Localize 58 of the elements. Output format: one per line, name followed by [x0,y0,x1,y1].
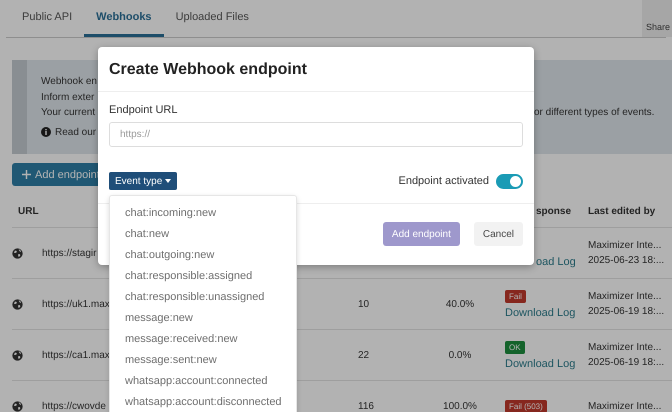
menu-item[interactable]: whatsapp:account:connected [110,370,296,391]
info-text: Inform exter [41,90,94,104]
tab[interactable]: Public API [10,0,84,37]
info-text: or different types of events. [534,106,654,120]
event-type-button[interactable]: Event type [109,172,178,190]
menu-item[interactable]: message:sent:new [110,349,296,370]
editor-text: Maximizer Inte... [588,240,662,251]
status-badge: OK [505,340,525,354]
menu-item[interactable]: message:received:new [110,328,296,349]
menu-item[interactable]: chat:incoming:new [110,202,296,223]
date-text: 2025-06-19 18:... [588,357,664,368]
column-header: sponse [536,206,572,217]
rate-cell: 0.0% [448,350,472,360]
tab[interactable]: Uploaded Files [164,0,261,37]
editor-text: Maximizer Inte... [588,342,662,353]
download-log-link[interactable]: Download Log [505,358,576,370]
url-cell: https://stagir [42,248,96,258]
editor-text: Maximizer Inte... [588,291,662,302]
url-cell: https://ca1.max [42,350,110,360]
count-cell: 22 [358,350,370,360]
date-text: 2025-06-19 18:... [588,306,664,317]
info-icon [41,127,51,138]
download-log-link[interactable]: oad Log [536,256,576,268]
menu-item[interactable]: chat:responsible:assigned [110,265,296,286]
globe-icon [12,248,23,258]
status-badge: Fail (503) [505,400,547,412]
menu-item[interactable]: message:new [110,307,296,328]
activated-toggle[interactable] [496,174,523,188]
globe-icon [12,298,23,310]
share-button[interactable]: Share [642,0,672,37]
count-cell: 116 [358,400,374,412]
download-log-link[interactable]: Download Log [505,306,576,318]
cancel-button[interactable]: Cancel [474,222,523,246]
date-text: 2025-06-23 18:... [588,255,664,266]
url-cell: https://uk1.max [42,298,110,310]
tab[interactable]: Webhooks [84,0,164,37]
menu-item[interactable]: chat:new [110,223,296,244]
toggle-label: Endpoint activated [398,175,489,187]
menu-item[interactable]: chat:outgoing:new [110,244,296,265]
status-badge: Fail [505,290,526,302]
url-input-field[interactable]: https:// [109,122,523,147]
globe-icon [12,350,23,360]
count-cell: 10 [358,298,370,310]
info-text: Webhook en [41,75,97,89]
menu-item[interactable]: whatsapp:account:disconnected [110,391,296,412]
url-cell: https://cwovde [42,400,106,412]
menu-item[interactable]: chat:responsible:unassigned [110,286,296,307]
info-text: Your current [41,106,96,120]
dialog-title: Create Webhook endpoint [98,47,534,92]
rate-cell: 100.0% [443,400,477,412]
column-header: Last edited by [588,206,656,217]
plus-icon [22,170,31,179]
info-text: Read our [55,126,96,140]
caret-icon [165,179,172,183]
field-label: Endpoint URL [109,104,178,116]
column-header: URL [18,206,39,217]
editor-text: Maximizer Inte... [588,400,662,412]
rate-cell: 40.0% [446,298,474,310]
